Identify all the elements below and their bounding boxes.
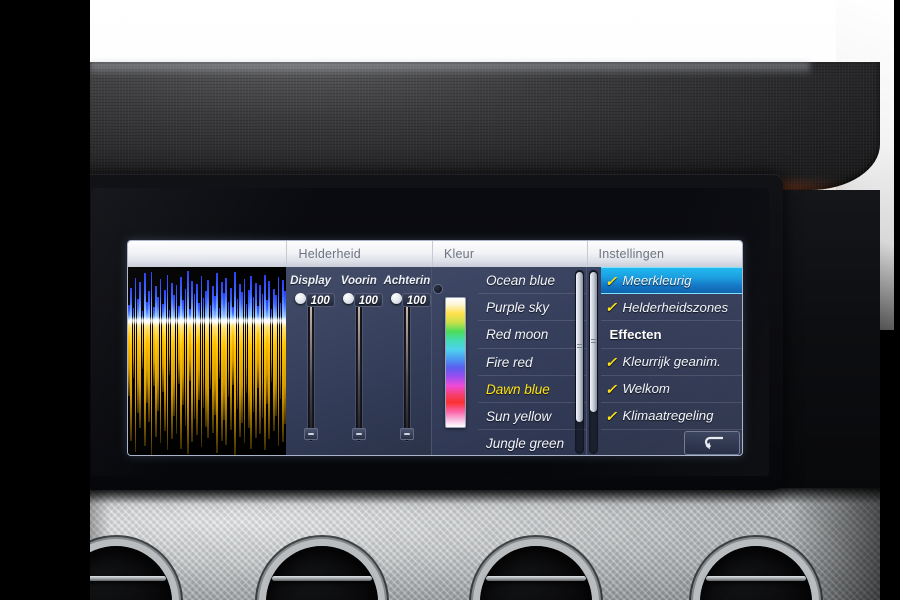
color-gradient-strip[interactable] [444,296,466,428]
settings-option-row[interactable]: ✓ Kleurrijk geanim. [600,349,742,376]
settings-scrollbar-area[interactable] [587,267,601,455]
cowl-texture [50,62,880,190]
check-icon: ✓ [605,353,617,370]
check-icon: ✓ [605,408,617,425]
color-list-item[interactable]: Ocean blue [478,267,586,295]
check-icon: ✓ [605,299,617,316]
settings-footer [601,430,742,455]
settings-option-row[interactable]: ✓ Helderheidszones [600,294,742,322]
back-button[interactable] [684,431,740,455]
header-brightness: Helderheid [286,241,432,267]
slider-thumb[interactable] [294,293,306,304]
color-list-item[interactable]: Jungle green [478,430,586,455]
slider-value: 100 [353,293,383,307]
air-vent-blade[interactable] [486,576,586,581]
back-arrow-icon [704,437,723,450]
letterbox-right [894,0,900,600]
brightness-slider-display[interactable]: 100 [286,293,335,441]
slider-row: 100 100 100 [286,287,432,441]
spectrum-lower-bars [128,321,286,455]
settings-option-row[interactable]: ✓ Welkom [600,376,742,403]
slider-base [303,428,318,440]
letterbox-left [0,0,90,600]
check-icon: ✓ [605,272,617,289]
color-list-item[interactable]: Purple sky [478,294,586,322]
infotainment-screen[interactable]: Helderheid Kleur Instellingen Display Voo… [91,188,769,476]
ambient-lighting-window: Helderheid Kleur Instellingen Display Voo… [127,240,743,456]
color-preset-list[interactable]: Ocean blue Purple sky Red moon Fire red Dawn… [478,267,586,455]
slider-label-row: Display Voorin Achterin [286,267,431,287]
slider-base [399,428,414,440]
settings-option-label: Effecten [609,326,662,342]
settings-scrollbar[interactable] [588,270,598,454]
color-list-scrollbar[interactable] [574,270,584,454]
air-vent-blade[interactable] [272,576,372,581]
slider-fill [405,297,408,435]
settings-option-label: Welkom [622,381,670,397]
check-icon: ✓ [605,380,617,397]
settings-option-row[interactable]: ✓ Klimaatregeling [600,403,742,431]
settings-option-label: Klimaatregeling [622,408,714,424]
brightness-slider-achterin[interactable]: 100 [383,293,432,441]
settings-option-row[interactable]: ✓ Meerkleurig [600,267,742,295]
settings-option-label: Helderheidszones [622,299,729,315]
slider-thumb[interactable] [342,293,354,304]
header-color: Kleur [432,241,587,267]
header-blank [128,241,286,267]
trim-top-shadow [50,488,880,504]
color-list-item[interactable]: Sun yellow [478,403,586,431]
dashboard-trim [50,488,880,600]
slider-value: 100 [401,293,432,307]
spectrum-centerline [128,317,287,325]
slider-value: 100 [305,293,335,307]
dashboard-cowl [50,62,880,190]
color-gradient-knob[interactable] [434,285,443,293]
spectrum-upper-bars [128,267,286,321]
slider-label-voorin: Voorin [340,275,377,287]
cowl-highlight [90,62,810,76]
settings-panel: ✓ Meerkleurig ✓ Helderheidszones Effecten ✓ Kl… [586,267,742,455]
settings-option-list[interactable]: ✓ Meerkleurig ✓ Helderheidszones Effecten ✓ Kl… [600,267,742,455]
color-list-item[interactable]: Dawn blue [478,376,586,403]
settings-scrollbar-thumb[interactable] [589,272,597,412]
brightness-slider-voorin[interactable]: 100 [335,293,383,441]
settings-option-label: Meerkleurig [622,273,692,288]
brightness-panel: Display Voorin Achterin 100 100 100 [286,267,433,455]
dashboard-photo: Helderheid Kleur Instellingen Display Voo… [0,0,900,600]
slider-base [351,428,366,440]
window-body: Display Voorin Achterin 100 100 100 Ocean bl… [128,267,742,455]
slider-thumb[interactable] [390,293,402,304]
slider-fill [309,297,312,435]
settings-option-label: Kleurrijk geanim. [622,354,721,370]
slider-fill [357,297,360,435]
header-settings: Instellingen [586,241,742,267]
color-panel: Ocean blue Purple sky Red moon Fire red Dawn… [432,267,587,455]
infotainment-display-bezel: Helderheid Kleur Instellingen Display Voo… [77,174,783,490]
air-vent-blade[interactable] [706,576,806,581]
slider-label-achterin: Achterin [383,275,431,287]
color-list-scrollbar-thumb[interactable] [575,272,583,422]
color-list-item[interactable]: Fire red [478,349,586,376]
color-gradient-wrap [432,267,478,455]
spectrum-visualizer [128,267,287,455]
settings-section-header: Effecten [600,321,742,349]
slider-label-display: Display [290,275,332,287]
window-header-bar: Helderheid Kleur Instellingen [128,241,742,267]
color-list-item[interactable]: Red moon [478,321,586,349]
